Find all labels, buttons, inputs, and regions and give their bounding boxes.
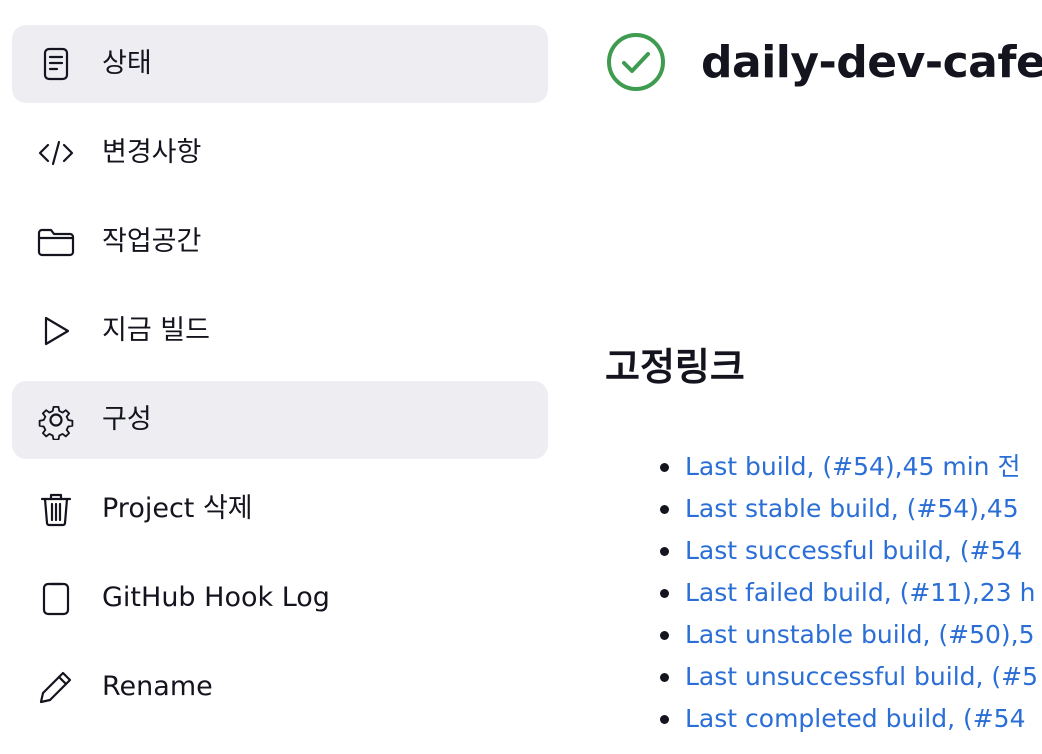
- code-icon: [34, 133, 78, 173]
- permalinks-heading: 고정링크: [605, 345, 745, 389]
- permalink-last-unstable-build[interactable]: Last unstable build, (#50),5: [685, 620, 1035, 649]
- gear-icon: [34, 400, 78, 440]
- permalink-last-stable-build[interactable]: Last stable build, (#54),45: [685, 494, 1019, 523]
- sidebar-item-label: GitHub Hook Log: [102, 582, 330, 613]
- sidebar-item-label: Project 삭제: [102, 493, 253, 524]
- permalinks-list: Last build, (#54),45 min 전 Last stable b…: [659, 446, 1038, 740]
- permalink-last-build[interactable]: Last build, (#54),45 min 전: [685, 452, 1020, 481]
- list-item: Last successful build, (#54: [659, 530, 1038, 572]
- permalink-last-completed-build[interactable]: Last completed build, (#54: [685, 704, 1026, 733]
- list-item: Last unsuccessful build, (#5: [659, 656, 1038, 698]
- sidebar-item-label: 구성: [102, 404, 152, 435]
- play-icon: [34, 311, 78, 351]
- list-item: Last unstable build, (#50),5: [659, 614, 1038, 656]
- sidebar-item-delete-project[interactable]: Project 삭제: [12, 470, 548, 548]
- sidebar-item-label: 작업공간: [102, 226, 202, 257]
- trash-icon: [34, 489, 78, 529]
- pencil-icon: [34, 667, 78, 707]
- sidebar-item-github-hook-log[interactable]: GitHub Hook Log: [12, 559, 548, 637]
- sidebar-item-build-now[interactable]: 지금 빌드: [12, 292, 548, 370]
- document-icon: [34, 44, 78, 84]
- list-item: Last failed build, (#11),23 h: [659, 572, 1038, 614]
- page-title: daily-dev-cafe: [701, 36, 1042, 88]
- clipboard-icon: [34, 578, 78, 618]
- main-content: daily-dev-cafe 고정링크 Last build, (#54),45…: [605, 0, 1042, 754]
- permalink-last-failed-build[interactable]: Last failed build, (#11),23 h: [685, 578, 1035, 607]
- folder-icon: [34, 222, 78, 262]
- list-item: Last completed build, (#54: [659, 698, 1038, 740]
- sidebar-item-configure[interactable]: 구성: [12, 381, 548, 459]
- list-item: Last stable build, (#54),45: [659, 488, 1038, 530]
- sidebar-item-label: Rename: [102, 671, 213, 702]
- sidebar-item-status[interactable]: 상태: [12, 25, 548, 103]
- sidebar-item-label: 상태: [102, 48, 152, 79]
- permalink-last-successful-build[interactable]: Last successful build, (#54: [685, 536, 1022, 565]
- sidebar-item-workspace[interactable]: 작업공간: [12, 203, 548, 281]
- sidebar-item-label: 변경사항: [102, 137, 202, 168]
- list-item: Last build, (#54),45 min 전: [659, 446, 1038, 488]
- sidebar-item-label: 지금 빌드: [102, 315, 210, 346]
- permalink-last-unsuccessful-build[interactable]: Last unsuccessful build, (#5: [685, 662, 1038, 691]
- check-circle-icon: [605, 31, 667, 93]
- page-header: daily-dev-cafe: [605, 30, 1042, 94]
- sidebar-item-rename[interactable]: Rename: [12, 648, 548, 726]
- sidebar-item-changes[interactable]: 변경사항: [12, 114, 548, 192]
